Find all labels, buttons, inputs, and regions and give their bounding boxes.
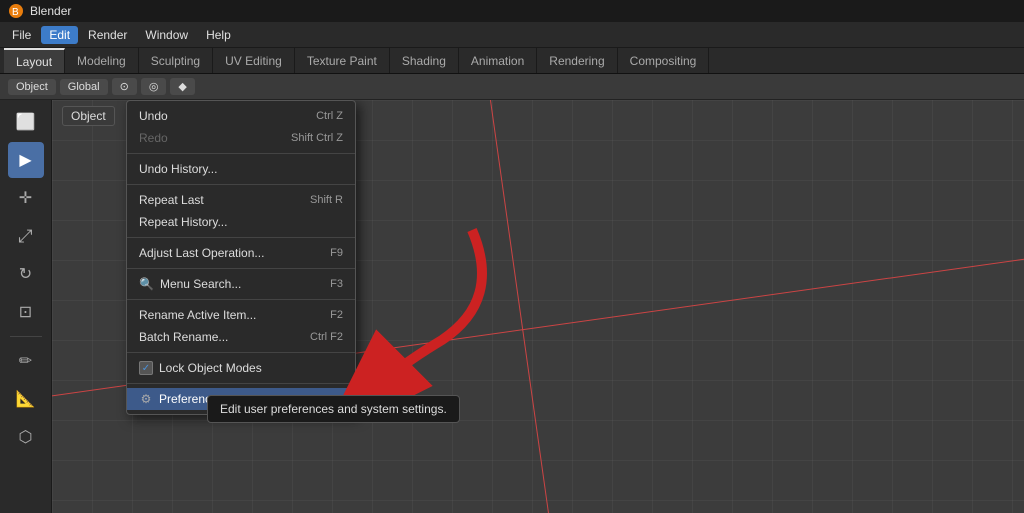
sidebar-icon-select[interactable]: ▶ [8, 142, 44, 178]
sidebar-icon-box-select[interactable]: ⬜ [8, 104, 44, 140]
menu-item-adjust-last-shortcut: F9 [330, 247, 343, 259]
menu-item-undo-label: Undo [139, 109, 168, 123]
tab-rendering[interactable]: Rendering [537, 48, 617, 73]
search-icon: 🔍 [139, 277, 154, 291]
titlebar: B Blender [0, 0, 1024, 22]
sidebar-icon-measure[interactable]: 📐 [8, 381, 44, 417]
lock-object-modes-inner: ✓ Lock Object Modes [139, 361, 262, 375]
global-transform-btn[interactable]: Global [60, 79, 108, 95]
tooltip: Edit user preferences and system setting… [207, 395, 460, 423]
menu-sep-2 [127, 184, 355, 185]
menu-item-repeat-last-shortcut: Shift R [310, 194, 343, 206]
menubar: File Edit Render Window Help [0, 22, 1024, 48]
menu-sep-6 [127, 352, 355, 353]
menu-item-search[interactable]: 🔍 Menu Search... F3 [127, 273, 355, 295]
sidebar-icon-annotate[interactable]: ✏ [8, 343, 44, 379]
menu-item-repeat-last[interactable]: Repeat Last Shift R [127, 189, 355, 211]
menu-item-undo-history-label: Undo History... [139, 162, 217, 176]
menu-sep-5 [127, 299, 355, 300]
sidebar-divider-1 [10, 336, 42, 337]
sidebar-icon-add[interactable]: ⬡ [8, 419, 44, 455]
menu-item-lock-object-modes-label: Lock Object Modes [159, 361, 262, 375]
menu-sep-7 [127, 383, 355, 384]
menu-item-search-label: Menu Search... [160, 277, 241, 291]
menu-item-repeat-history-label: Repeat History... [139, 215, 227, 229]
menu-sep-1 [127, 153, 355, 154]
menu-item-redo-label: Redo [139, 131, 168, 145]
menu-item-redo[interactable]: Redo Shift Ctrl Z [127, 127, 355, 149]
tab-sculpting[interactable]: Sculpting [139, 48, 213, 73]
sidebar-icon-move[interactable]: ⤢ [8, 218, 44, 254]
sidebar-icon-cursor[interactable]: ✛ [8, 180, 44, 216]
tab-shading[interactable]: Shading [390, 48, 459, 73]
tab-animation[interactable]: Animation [459, 48, 537, 73]
main-area: ⬜ ▶ ✛ ⤢ ↻ ⊡ ✏ 📐 ⬡ Object Undo Ctrl Z Red… [0, 100, 1024, 513]
proportional-btn[interactable]: ◎ [141, 78, 167, 95]
menu-item-batch-rename[interactable]: Batch Rename... Ctrl F2 [127, 326, 355, 348]
menu-item-rename-label: Rename Active Item... [139, 308, 256, 322]
workspace-tabs: Layout Modeling Sculpting UV Editing Tex… [0, 48, 1024, 74]
menu-item-adjust-last[interactable]: Adjust Last Operation... F9 [127, 242, 355, 264]
sidebar-icon-rotate[interactable]: ↻ [8, 256, 44, 292]
lock-object-modes-checkbox: ✓ [139, 361, 153, 375]
app-title: Blender [30, 4, 71, 18]
menu-item-rename-shortcut: F2 [330, 309, 343, 321]
tab-uv-editing[interactable]: UV Editing [213, 48, 295, 73]
menu-item-search-inner: 🔍 Menu Search... [139, 277, 241, 291]
header-toolbar: Object Global ⊙ ◎ ◆ [0, 74, 1024, 100]
svg-text:B: B [12, 7, 19, 18]
sidebar-icon-scale[interactable]: ⊡ [8, 294, 44, 330]
menu-edit[interactable]: Edit [41, 26, 78, 44]
menu-item-undo-history[interactable]: Undo History... [127, 158, 355, 180]
tab-modeling[interactable]: Modeling [65, 48, 139, 73]
menu-item-lock-object-modes[interactable]: ✓ Lock Object Modes [127, 357, 355, 379]
menu-item-undo[interactable]: Undo Ctrl Z [127, 105, 355, 127]
menu-item-repeat-history[interactable]: Repeat History... [127, 211, 355, 233]
edit-dropdown-menu: Undo Ctrl Z Redo Shift Ctrl Z Undo Histo… [126, 100, 356, 415]
menu-item-redo-shortcut: Shift Ctrl Z [291, 132, 343, 144]
menu-sep-4 [127, 268, 355, 269]
blender-logo: B [8, 3, 24, 19]
menu-item-rename[interactable]: Rename Active Item... F2 [127, 304, 355, 326]
menu-item-undo-shortcut: Ctrl Z [316, 110, 343, 122]
gear-icon: ⚙ [139, 392, 153, 406]
snap-btn[interactable]: ⊙ [112, 78, 137, 95]
left-sidebar: ⬜ ▶ ✛ ⤢ ↻ ⊡ ✏ 📐 ⬡ [0, 100, 52, 513]
menu-window[interactable]: Window [137, 26, 196, 44]
tab-texture-paint[interactable]: Texture Paint [295, 48, 390, 73]
menu-item-adjust-last-label: Adjust Last Operation... [139, 246, 264, 260]
menu-item-batch-rename-label: Batch Rename... [139, 330, 228, 344]
menu-sep-3 [127, 237, 355, 238]
object-mode-btn[interactable]: Object [8, 79, 56, 95]
tab-compositing[interactable]: Compositing [618, 48, 710, 73]
menu-render[interactable]: Render [80, 26, 135, 44]
viewport: Object Undo Ctrl Z Redo Shift Ctrl Z Und… [52, 100, 1024, 513]
menu-item-repeat-last-label: Repeat Last [139, 193, 204, 207]
menu-item-batch-rename-shortcut: Ctrl F2 [310, 331, 343, 343]
viewport-mode-label: Object [62, 106, 115, 126]
menu-file[interactable]: File [4, 26, 39, 44]
menu-help[interactable]: Help [198, 26, 239, 44]
tooltip-text: Edit user preferences and system setting… [220, 402, 447, 416]
tab-layout[interactable]: Layout [4, 48, 65, 73]
keyframe-btn[interactable]: ◆ [170, 78, 194, 95]
menu-item-search-shortcut: F3 [330, 278, 343, 290]
